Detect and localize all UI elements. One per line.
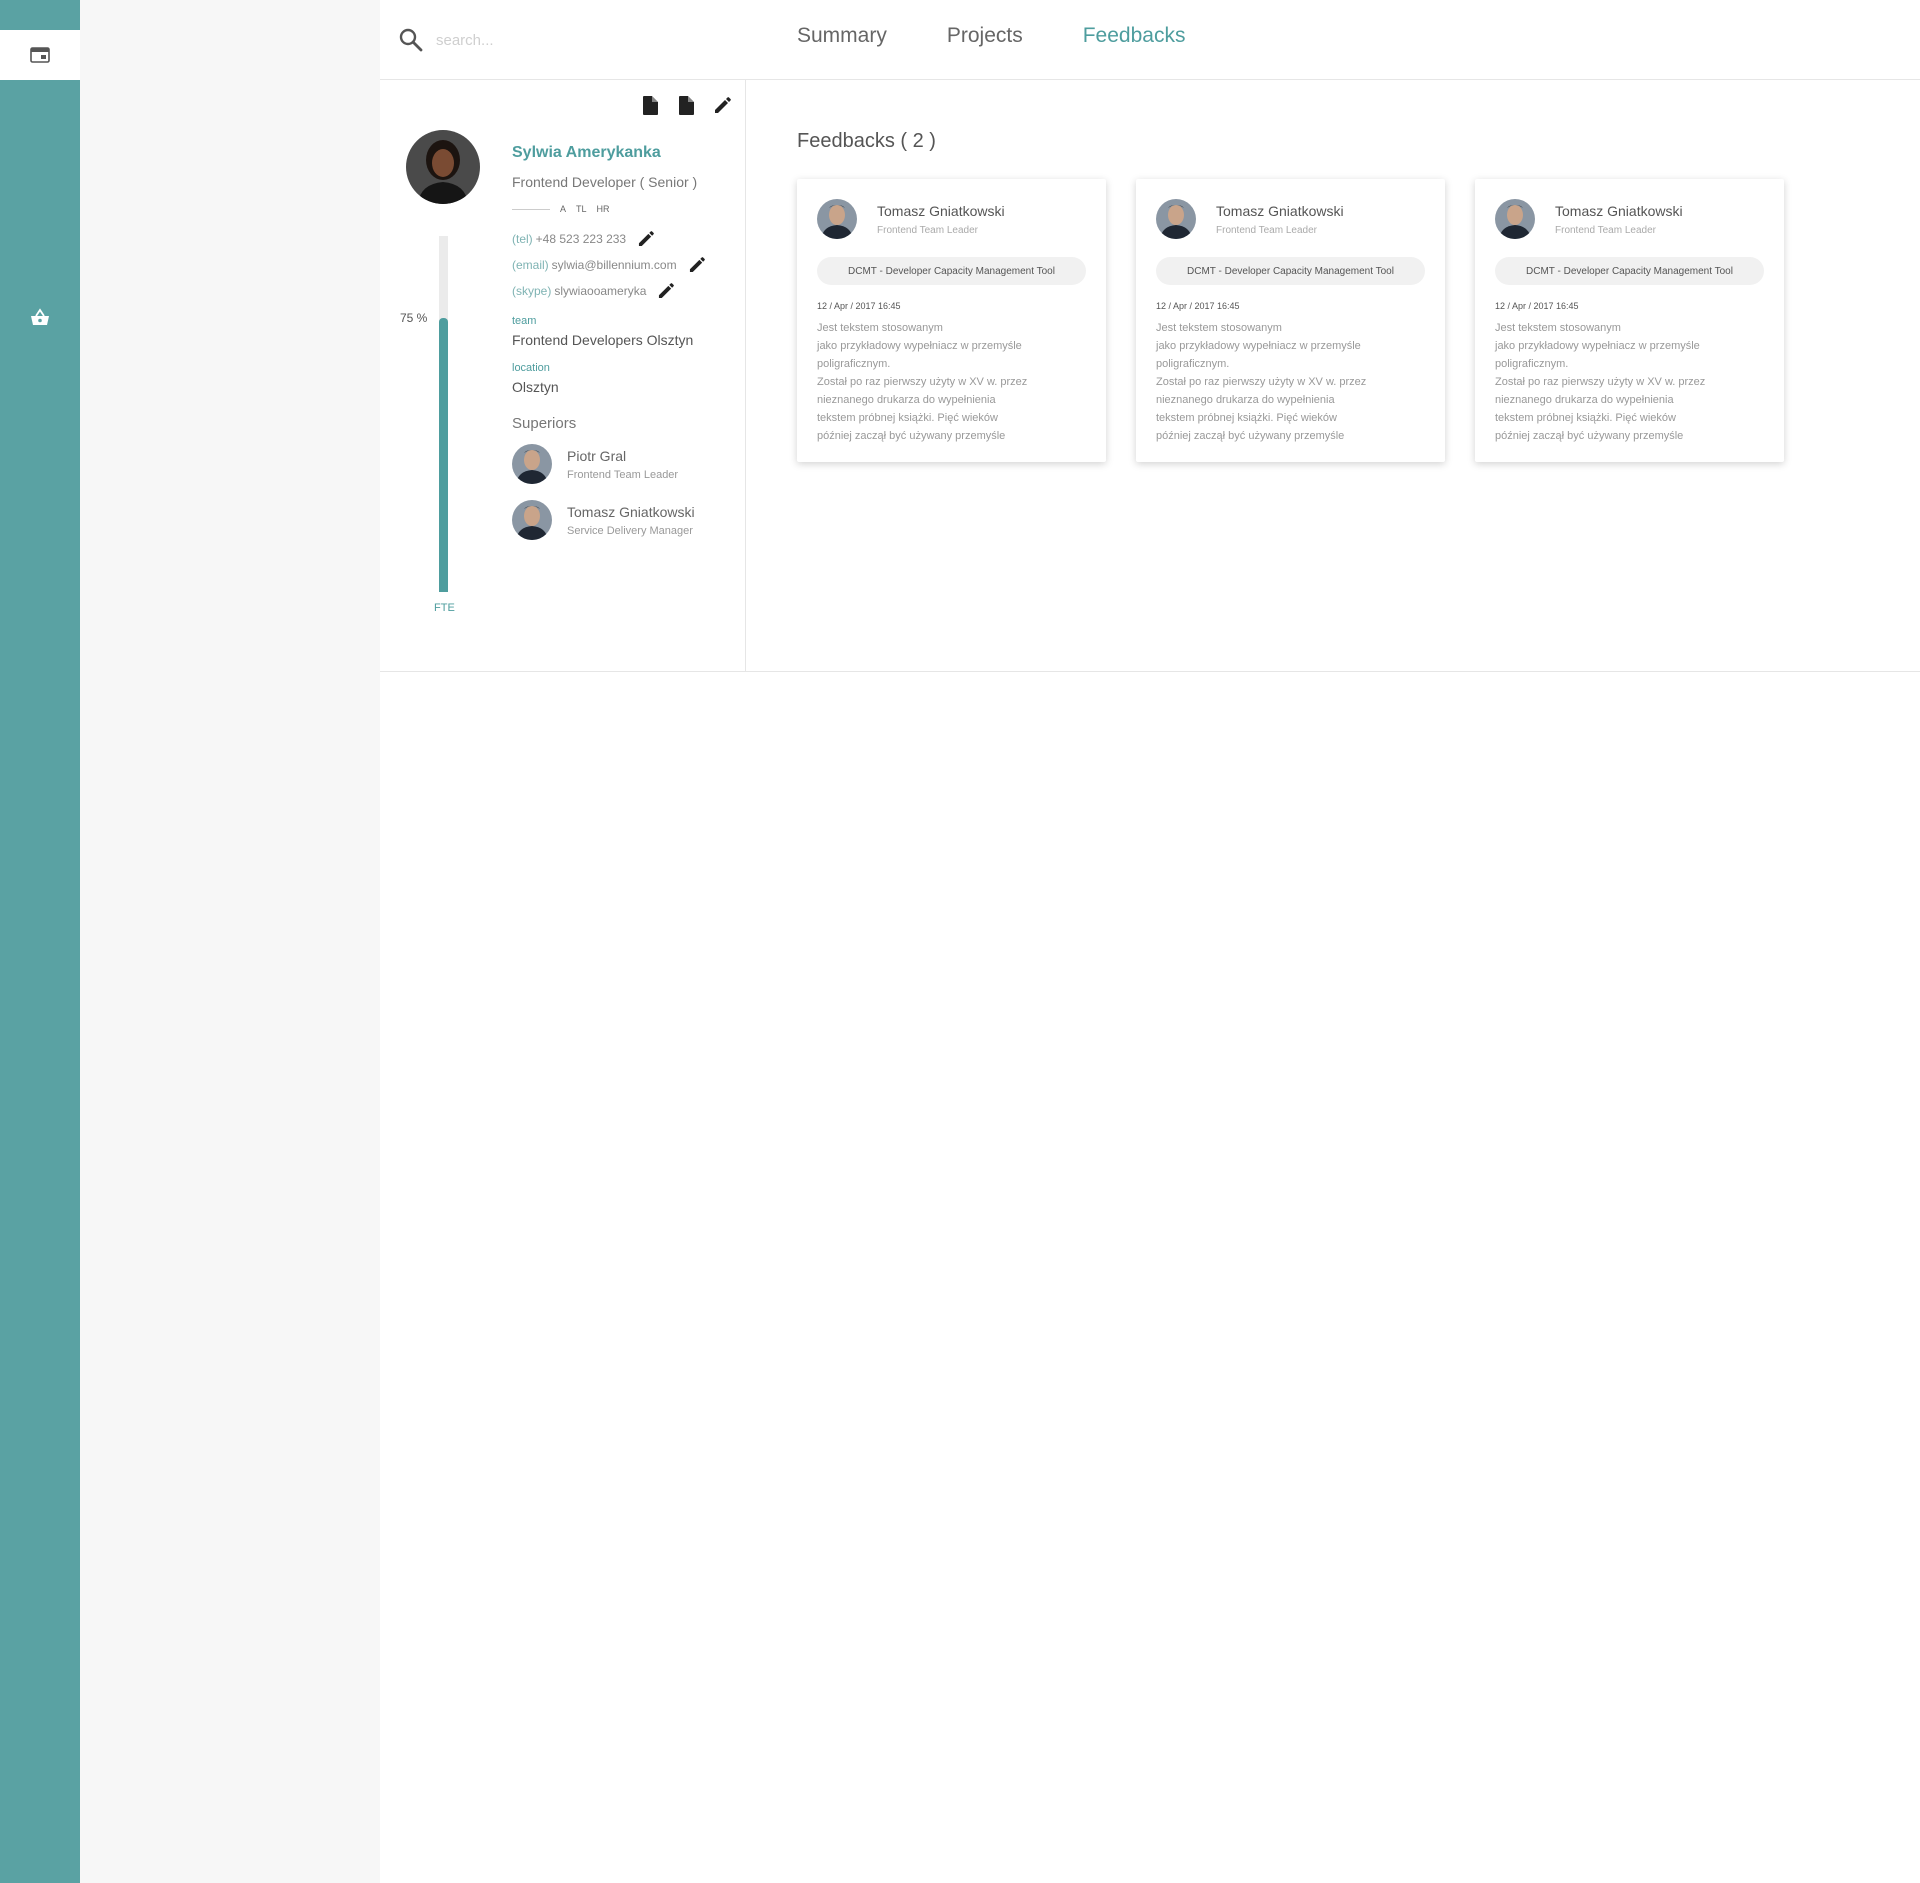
- search-icon[interactable]: [398, 27, 424, 53]
- search-input[interactable]: [436, 26, 656, 54]
- contact-value: +48 523 223 233: [535, 232, 627, 246]
- feedback-author: Tomasz Gniatkowski: [1216, 202, 1344, 219]
- secondary-column: [80, 0, 380, 1883]
- avatar: [512, 500, 552, 540]
- rail-item-dashboard[interactable]: [0, 30, 80, 80]
- feedback-author: Tomasz Gniatkowski: [877, 202, 1005, 219]
- app-rail: [0, 0, 80, 1883]
- feedback-author-role: Frontend Team Leader: [877, 224, 978, 236]
- feedback-text: Jest tekstem stosowanym jako przykładowy…: [1495, 322, 1706, 442]
- project-chip: DCMT - Developer Capacity Management Too…: [817, 257, 1086, 285]
- profile-toolbar: [639, 94, 733, 116]
- feedback-card[interactable]: Tomasz Gniatkowski Frontend Team Leader …: [1136, 179, 1445, 462]
- avatar: [817, 199, 857, 239]
- profile-avatar: [406, 130, 480, 204]
- superior-role: Service Delivery Manager: [567, 524, 693, 537]
- team-value: Frontend Developers Olsztyn: [512, 332, 694, 348]
- contact-email: (email) sylwia@billennium.com: [512, 255, 742, 275]
- profile-role: Frontend Developer ( Senior ): [512, 174, 698, 190]
- pencil-icon[interactable]: [689, 257, 705, 273]
- superior-item[interactable]: Tomasz Gniatkowski Service Delivery Mana…: [512, 500, 742, 540]
- fte-bar: [439, 236, 448, 592]
- superior-name: Piotr Gral: [567, 447, 627, 464]
- project-chip: DCMT - Developer Capacity Management Too…: [1495, 257, 1764, 285]
- location-value: Olsztyn: [512, 379, 559, 395]
- badge-hr: HR: [596, 204, 610, 214]
- role-badges: A TL HR: [512, 204, 742, 214]
- pencil-icon[interactable]: [638, 231, 654, 247]
- basket-icon: [31, 308, 49, 325]
- pencil-icon[interactable]: [658, 283, 675, 299]
- contact-key: (email): [512, 258, 549, 272]
- contact-key: (tel): [512, 232, 533, 246]
- pencil-icon[interactable]: [711, 94, 733, 116]
- contact-value: sylwia@billennium.com: [551, 258, 677, 272]
- rail-item-basket[interactable]: [0, 290, 80, 346]
- feedback-date: 12 / Apr / 2017 16:45: [817, 301, 901, 311]
- contact-key: (skype): [512, 284, 552, 298]
- badge-divider: [512, 208, 550, 210]
- feedback-date: 12 / Apr / 2017 16:45: [1156, 301, 1240, 311]
- feedback-card[interactable]: Tomasz Gniatkowski Frontend Team Leader …: [1475, 179, 1784, 462]
- superior-name: Tomasz Gniatkowski: [567, 503, 695, 520]
- fte-percent: 75 %: [400, 311, 428, 325]
- feedback-text: Jest tekstem stosowanym jako przykładowy…: [1156, 322, 1367, 442]
- badge-a: A: [560, 204, 567, 214]
- superior-role: Frontend Team Leader: [567, 468, 679, 481]
- feedback-date: 12 / Apr / 2017 16:45: [1495, 301, 1579, 311]
- project-chip: DCMT - Developer Capacity Management Too…: [1156, 257, 1425, 285]
- fte-label: FTE: [434, 602, 455, 614]
- top-bar: Summary Projects Feedbacks: [380, 0, 1920, 80]
- main-panel: Summary Projects Feedbacks: [380, 0, 1920, 1883]
- feedback-text: Jest tekstem stosowanym jako przykładowy…: [817, 322, 1028, 442]
- feedback-author: Tomasz Gniatkowski: [1555, 202, 1683, 219]
- contact-value: slywiaooameryka: [554, 284, 647, 298]
- contact-skype: (skype) slywiaooameryka: [512, 281, 742, 301]
- tab-projects[interactable]: Projects: [947, 24, 1023, 48]
- feedback-list: Tomasz Gniatkowski Frontend Team Leader …: [797, 179, 1784, 462]
- profile-panel: 75 % FTE Sylwia Amerykanka Frontend Deve…: [380, 80, 746, 671]
- tab-summary[interactable]: Summary: [797, 24, 887, 48]
- document-icon[interactable]: [639, 94, 661, 116]
- team-label: team: [512, 315, 537, 327]
- avatar: [1495, 199, 1535, 239]
- superior-item[interactable]: Piotr Gral Frontend Team Leader: [512, 444, 742, 484]
- feedback-card[interactable]: Tomasz Gniatkowski Frontend Team Leader …: [797, 179, 1106, 462]
- document-icon[interactable]: [675, 94, 697, 116]
- browser-window-icon: [30, 47, 50, 63]
- tab-bar: Summary Projects Feedbacks: [797, 24, 1185, 48]
- badge-tl: TL: [576, 204, 587, 214]
- profile-name: Sylwia Amerykanka: [512, 144, 661, 161]
- location-label: location: [512, 362, 550, 374]
- feedback-author-role: Frontend Team Leader: [1216, 224, 1317, 236]
- avatar: [1156, 199, 1196, 239]
- superiors-title: Superiors: [512, 415, 577, 432]
- content-divider: [380, 671, 1920, 672]
- profile-info: Sylwia Amerykanka Frontend Developer ( S…: [512, 144, 742, 540]
- avatar: [512, 444, 552, 484]
- tab-feedbacks[interactable]: Feedbacks: [1083, 24, 1186, 48]
- contact-tel: (tel) +48 523 223 233: [512, 229, 742, 249]
- fte-bar-fill: [439, 317, 448, 592]
- feedback-author-role: Frontend Team Leader: [1555, 224, 1656, 236]
- feedbacks-title: Feedbacks ( 2 ): [797, 130, 936, 152]
